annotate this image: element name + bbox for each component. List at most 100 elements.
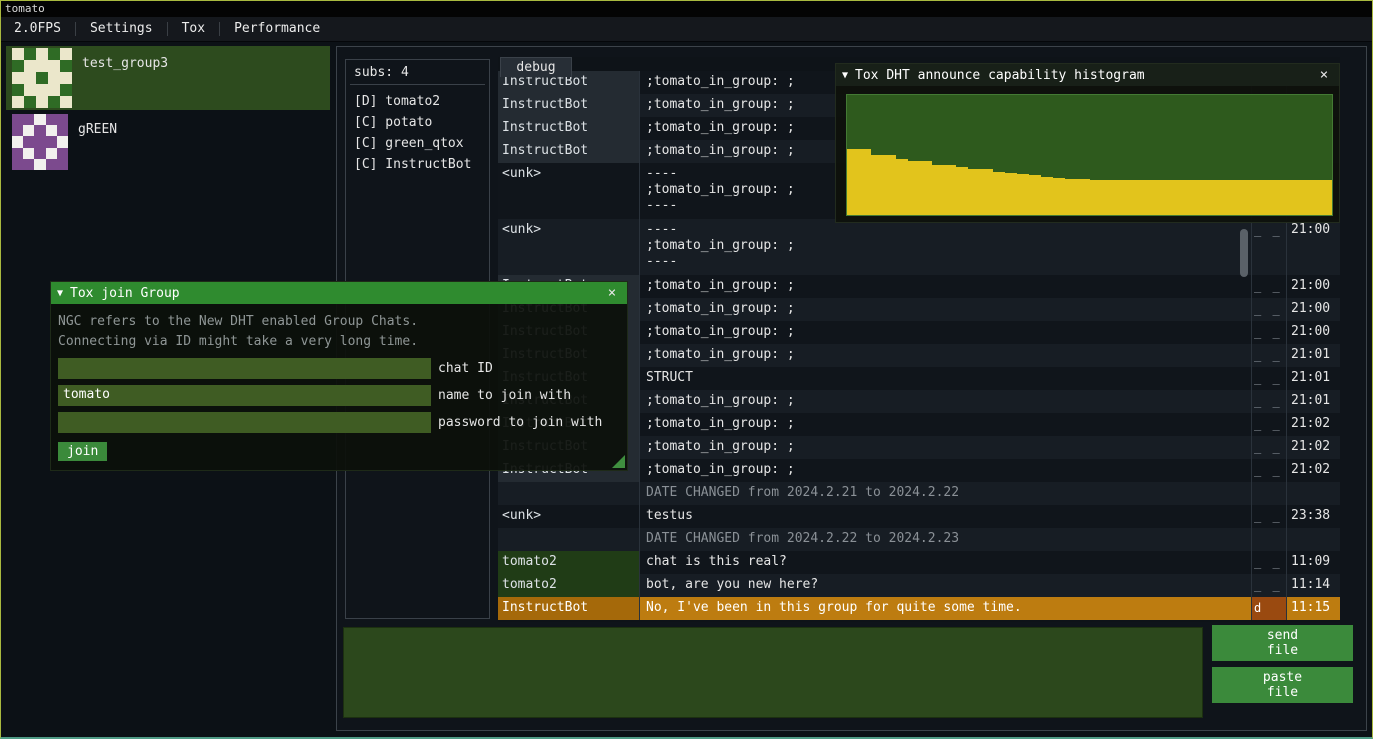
histogram-bar <box>1029 175 1041 215</box>
member-item[interactable]: [C] green_qtox <box>354 133 481 154</box>
histogram-bar <box>1090 180 1102 215</box>
close-icon[interactable]: × <box>1315 67 1333 83</box>
histogram-bar <box>1235 180 1247 215</box>
chat-id-input[interactable] <box>58 358 431 379</box>
os-window-titlebar[interactable]: tomato <box>0 0 1373 17</box>
paste-file-button[interactable]: paste file <box>1212 667 1353 703</box>
histogram-bar <box>1053 178 1065 215</box>
menu-item-settings[interactable]: Settings <box>76 17 167 41</box>
member-item[interactable]: [C] potato <box>354 112 481 133</box>
histogram-bar <box>956 167 968 215</box>
message-status <box>1252 482 1287 505</box>
message-text: STRUCT <box>640 367 1252 390</box>
histogram-bar <box>1320 180 1332 215</box>
tab-debug[interactable]: debug <box>500 57 572 77</box>
message-status: _ _ <box>1252 344 1287 367</box>
message-text: ;tomato_in_group: ; <box>640 459 1252 482</box>
sender-name: <unk> <box>498 505 640 528</box>
menu-item-performance[interactable]: Performance <box>220 17 334 41</box>
histogram-bar <box>1102 180 1114 215</box>
message-status: _ _ <box>1252 459 1287 482</box>
histogram-bar <box>944 165 956 215</box>
join-name-input[interactable]: tomato <box>58 385 431 406</box>
message-time: 23:38 <box>1287 505 1337 528</box>
send-file-button[interactable]: send file <box>1212 625 1353 661</box>
histogram-bar <box>871 155 883 215</box>
sender-name: tomato2 <box>498 574 640 597</box>
message-time: 21:02 <box>1287 413 1337 436</box>
collapse-arrow-icon[interactable]: ▼ <box>842 70 848 81</box>
join-description-line: Connecting via ID might take a very long… <box>58 332 620 352</box>
subs-count: subs: 4 <box>354 65 481 80</box>
message-time: 21:00 <box>1287 298 1337 321</box>
date-changed-text: DATE CHANGED from 2024.2.22 to 2024.2.23 <box>640 528 1252 551</box>
message-status: _ _ <box>1252 390 1287 413</box>
menu-item-tox[interactable]: Tox <box>168 17 219 41</box>
histogram-bar <box>1150 180 1162 215</box>
message-status <box>1252 528 1287 551</box>
message-time: 21:00 <box>1287 219 1337 275</box>
contact-item-test_group3[interactable]: test_group3 <box>6 46 330 110</box>
dht-histogram-title: Tox DHT announce capability histogram <box>855 68 1315 83</box>
histogram-bar <box>1199 180 1211 215</box>
join-group-title: Tox join Group <box>70 286 603 301</box>
member-item[interactable]: [D] tomato2 <box>354 91 481 112</box>
message-time: 21:02 <box>1287 436 1337 459</box>
histogram-bar <box>920 161 932 215</box>
message-row: tomato2chat is this real?_ _11:09 <box>498 551 1340 574</box>
date-separator-row: DATE CHANGED from 2024.2.21 to 2024.2.22 <box>498 482 1340 505</box>
sender-name: InstructBot <box>498 597 640 620</box>
contact-item-gREEN[interactable]: gREEN <box>6 112 330 174</box>
histogram-bar <box>932 165 944 215</box>
histogram-bar <box>1259 180 1271 215</box>
message-time: 11:15 <box>1287 597 1337 620</box>
message-status: _ _ <box>1252 551 1287 574</box>
histogram-bar <box>1296 180 1308 215</box>
dht-histogram-plot <box>846 94 1333 216</box>
histogram-bar <box>1247 180 1259 215</box>
histogram-bar <box>859 149 871 215</box>
histogram-bar <box>1065 179 1077 215</box>
contact-name: gREEN <box>78 122 117 137</box>
message-input[interactable] <box>343 627 1203 718</box>
message-status: _ _ <box>1252 505 1287 528</box>
chat-scrollbar[interactable] <box>1240 229 1248 277</box>
histogram-bar <box>1174 180 1186 215</box>
group-avatar <box>12 48 72 108</box>
message-status: d <box>1252 597 1287 620</box>
message-text: bot, are you new here? <box>640 574 1252 597</box>
join-group-titlebar[interactable]: ▼ Tox join Group × <box>51 282 627 304</box>
message-text: ;tomato_in_group: ; <box>640 298 1252 321</box>
message-time: 21:01 <box>1287 344 1337 367</box>
histogram-bar <box>1138 180 1150 215</box>
menu-bar: 2.0FPS Settings Tox Performance <box>0 17 1373 42</box>
sender-name <box>498 528 640 551</box>
resize-grip[interactable] <box>612 455 625 468</box>
histogram-bar <box>1041 177 1053 215</box>
sender-name <box>498 482 640 505</box>
message-text: chat is this real? <box>640 551 1252 574</box>
date-changed-text: DATE CHANGED from 2024.2.21 to 2024.2.22 <box>640 482 1252 505</box>
message-row: <unk>testus_ _23:38 <box>498 505 1340 528</box>
close-icon[interactable]: × <box>603 285 621 301</box>
histogram-bar <box>1005 173 1017 215</box>
join-password-input[interactable] <box>58 412 431 433</box>
message-status: _ _ <box>1252 321 1287 344</box>
sender-name: InstructBot <box>498 94 640 117</box>
message-time <box>1287 482 1337 505</box>
histogram-bar <box>1126 180 1138 215</box>
collapse-arrow-icon[interactable]: ▼ <box>57 288 63 299</box>
histogram-bar <box>968 169 980 215</box>
histogram-bar <box>1223 180 1235 215</box>
dht-histogram-titlebar[interactable]: ▼ Tox DHT announce capability histogram … <box>836 64 1339 86</box>
message-time: 21:02 <box>1287 459 1337 482</box>
message-text: ;tomato_in_group: ; <box>640 275 1252 298</box>
message-status: _ _ <box>1252 574 1287 597</box>
message-time: 11:09 <box>1287 551 1337 574</box>
member-item[interactable]: [C] InstructBot <box>354 154 481 175</box>
join-button[interactable]: join <box>58 442 107 461</box>
message-text: testus <box>640 505 1252 528</box>
chat-id-label: chat ID <box>438 361 493 376</box>
histogram-bar <box>1162 180 1174 215</box>
window-title: tomato <box>5 2 45 15</box>
